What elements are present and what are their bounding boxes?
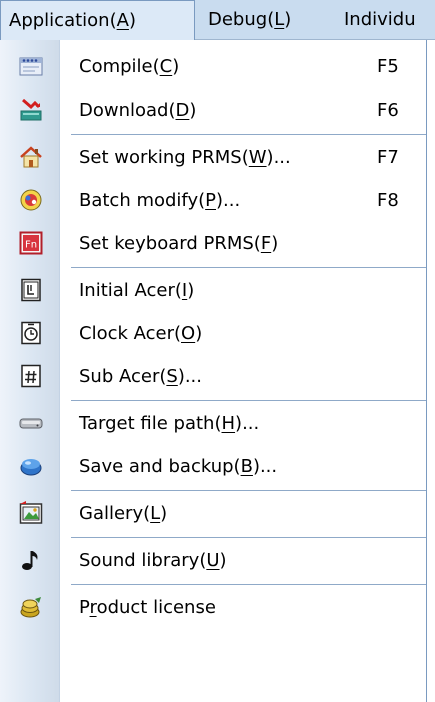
- menu-separator: [71, 134, 426, 135]
- clock-acer-icon: [19, 321, 43, 345]
- menu-access-key: A: [116, 10, 129, 31]
- save-backup-icon: [19, 454, 43, 478]
- home-icon: [19, 145, 43, 169]
- menu-item-label: Download(D): [79, 100, 197, 121]
- menu-item-sound-library[interactable]: Sound library(U): [0, 539, 426, 582]
- menu-item-set-keyboard-prms[interactable]: Fn Set keyboard PRMS(F): [0, 222, 426, 265]
- menu-debug[interactable]: Debug(L): [208, 0, 334, 40]
- menu-item-product-license[interactable]: Product license: [0, 586, 426, 629]
- menu-access-key: L: [274, 9, 285, 30]
- menu-item-label: Set working PRMS(W)...: [79, 147, 291, 168]
- menu-label-prefix: Individu: [344, 9, 416, 30]
- license-icon: [19, 595, 43, 619]
- keyboard-fn-icon: Fn: [19, 231, 43, 255]
- menu-item-label: Compile(C): [79, 56, 180, 77]
- application-dropdown-menu: Compile(C) F5 Download(D) F6 Set working…: [0, 40, 427, 702]
- menu-individual[interactable]: Individu: [344, 0, 435, 40]
- menu-item-target-file-path[interactable]: Target file path(H)...: [0, 402, 426, 445]
- initial-acer-icon: [19, 278, 43, 302]
- menu-item-sub-acer[interactable]: Sub Acer(S)...: [0, 355, 426, 398]
- drive-icon: [19, 411, 43, 435]
- menu-separator: [71, 267, 426, 268]
- menu-item-label: Product license: [79, 597, 216, 618]
- download-icon: [19, 98, 43, 122]
- compile-icon: [19, 54, 43, 78]
- menu-item-label: Batch modify(P)...: [79, 190, 241, 211]
- menu-item-clock-acer[interactable]: Clock Acer(O): [0, 312, 426, 355]
- menu-item-save-and-backup[interactable]: Save and backup(B)...: [0, 445, 426, 488]
- menu-item-gallery[interactable]: Gallery(L): [0, 492, 426, 535]
- menu-item-set-working-prms[interactable]: Set working PRMS(W)... F7: [0, 136, 426, 179]
- menu-item-label: Set keyboard PRMS(F): [79, 233, 279, 254]
- menu-bar: Application(A) Debug(L) Individu: [0, 0, 435, 41]
- menu-item-label: Target file path(H)...: [79, 413, 260, 434]
- menu-item-batch-modify[interactable]: Batch modify(P)... F8: [0, 179, 426, 222]
- sub-acer-icon: [19, 364, 43, 388]
- menu-item-download[interactable]: Download(D) F6: [0, 89, 426, 132]
- menu-item-label: Gallery(L): [79, 503, 168, 524]
- shortcut-label: F6: [377, 100, 399, 121]
- svg-text:Fn: Fn: [25, 240, 37, 251]
- menu-item-initial-acer[interactable]: Initial Acer(I): [0, 269, 426, 312]
- menu-label-suffix: ): [128, 10, 136, 31]
- batch-modify-icon: [19, 188, 43, 212]
- music-note-icon: [19, 548, 43, 572]
- menu-label-prefix: Debug(: [208, 9, 275, 30]
- menu-separator: [71, 584, 426, 585]
- menu-separator: [71, 490, 426, 491]
- menu-item-label: Clock Acer(O): [79, 323, 203, 344]
- menu-label-suffix: ): [284, 9, 292, 30]
- menu-item-label: Initial Acer(I): [79, 280, 195, 301]
- menu-label-prefix: Application(: [9, 10, 117, 31]
- menu-item-label: Sound library(U): [79, 550, 227, 571]
- shortcut-label: F8: [377, 190, 399, 211]
- menu-item-label: Sub Acer(S)...: [79, 366, 202, 387]
- menu-separator: [71, 537, 426, 538]
- gallery-icon: [19, 501, 43, 525]
- shortcut-label: F5: [377, 56, 399, 77]
- menu-separator: [71, 400, 426, 401]
- application-window: Application(A) Debug(L) Individu Compile…: [0, 0, 435, 702]
- menu-item-label: Save and backup(B)...: [79, 456, 278, 477]
- menu-item-compile[interactable]: Compile(C) F5: [0, 45, 426, 88]
- menu-application[interactable]: Application(A): [0, 0, 195, 41]
- shortcut-label: F7: [377, 147, 399, 168]
